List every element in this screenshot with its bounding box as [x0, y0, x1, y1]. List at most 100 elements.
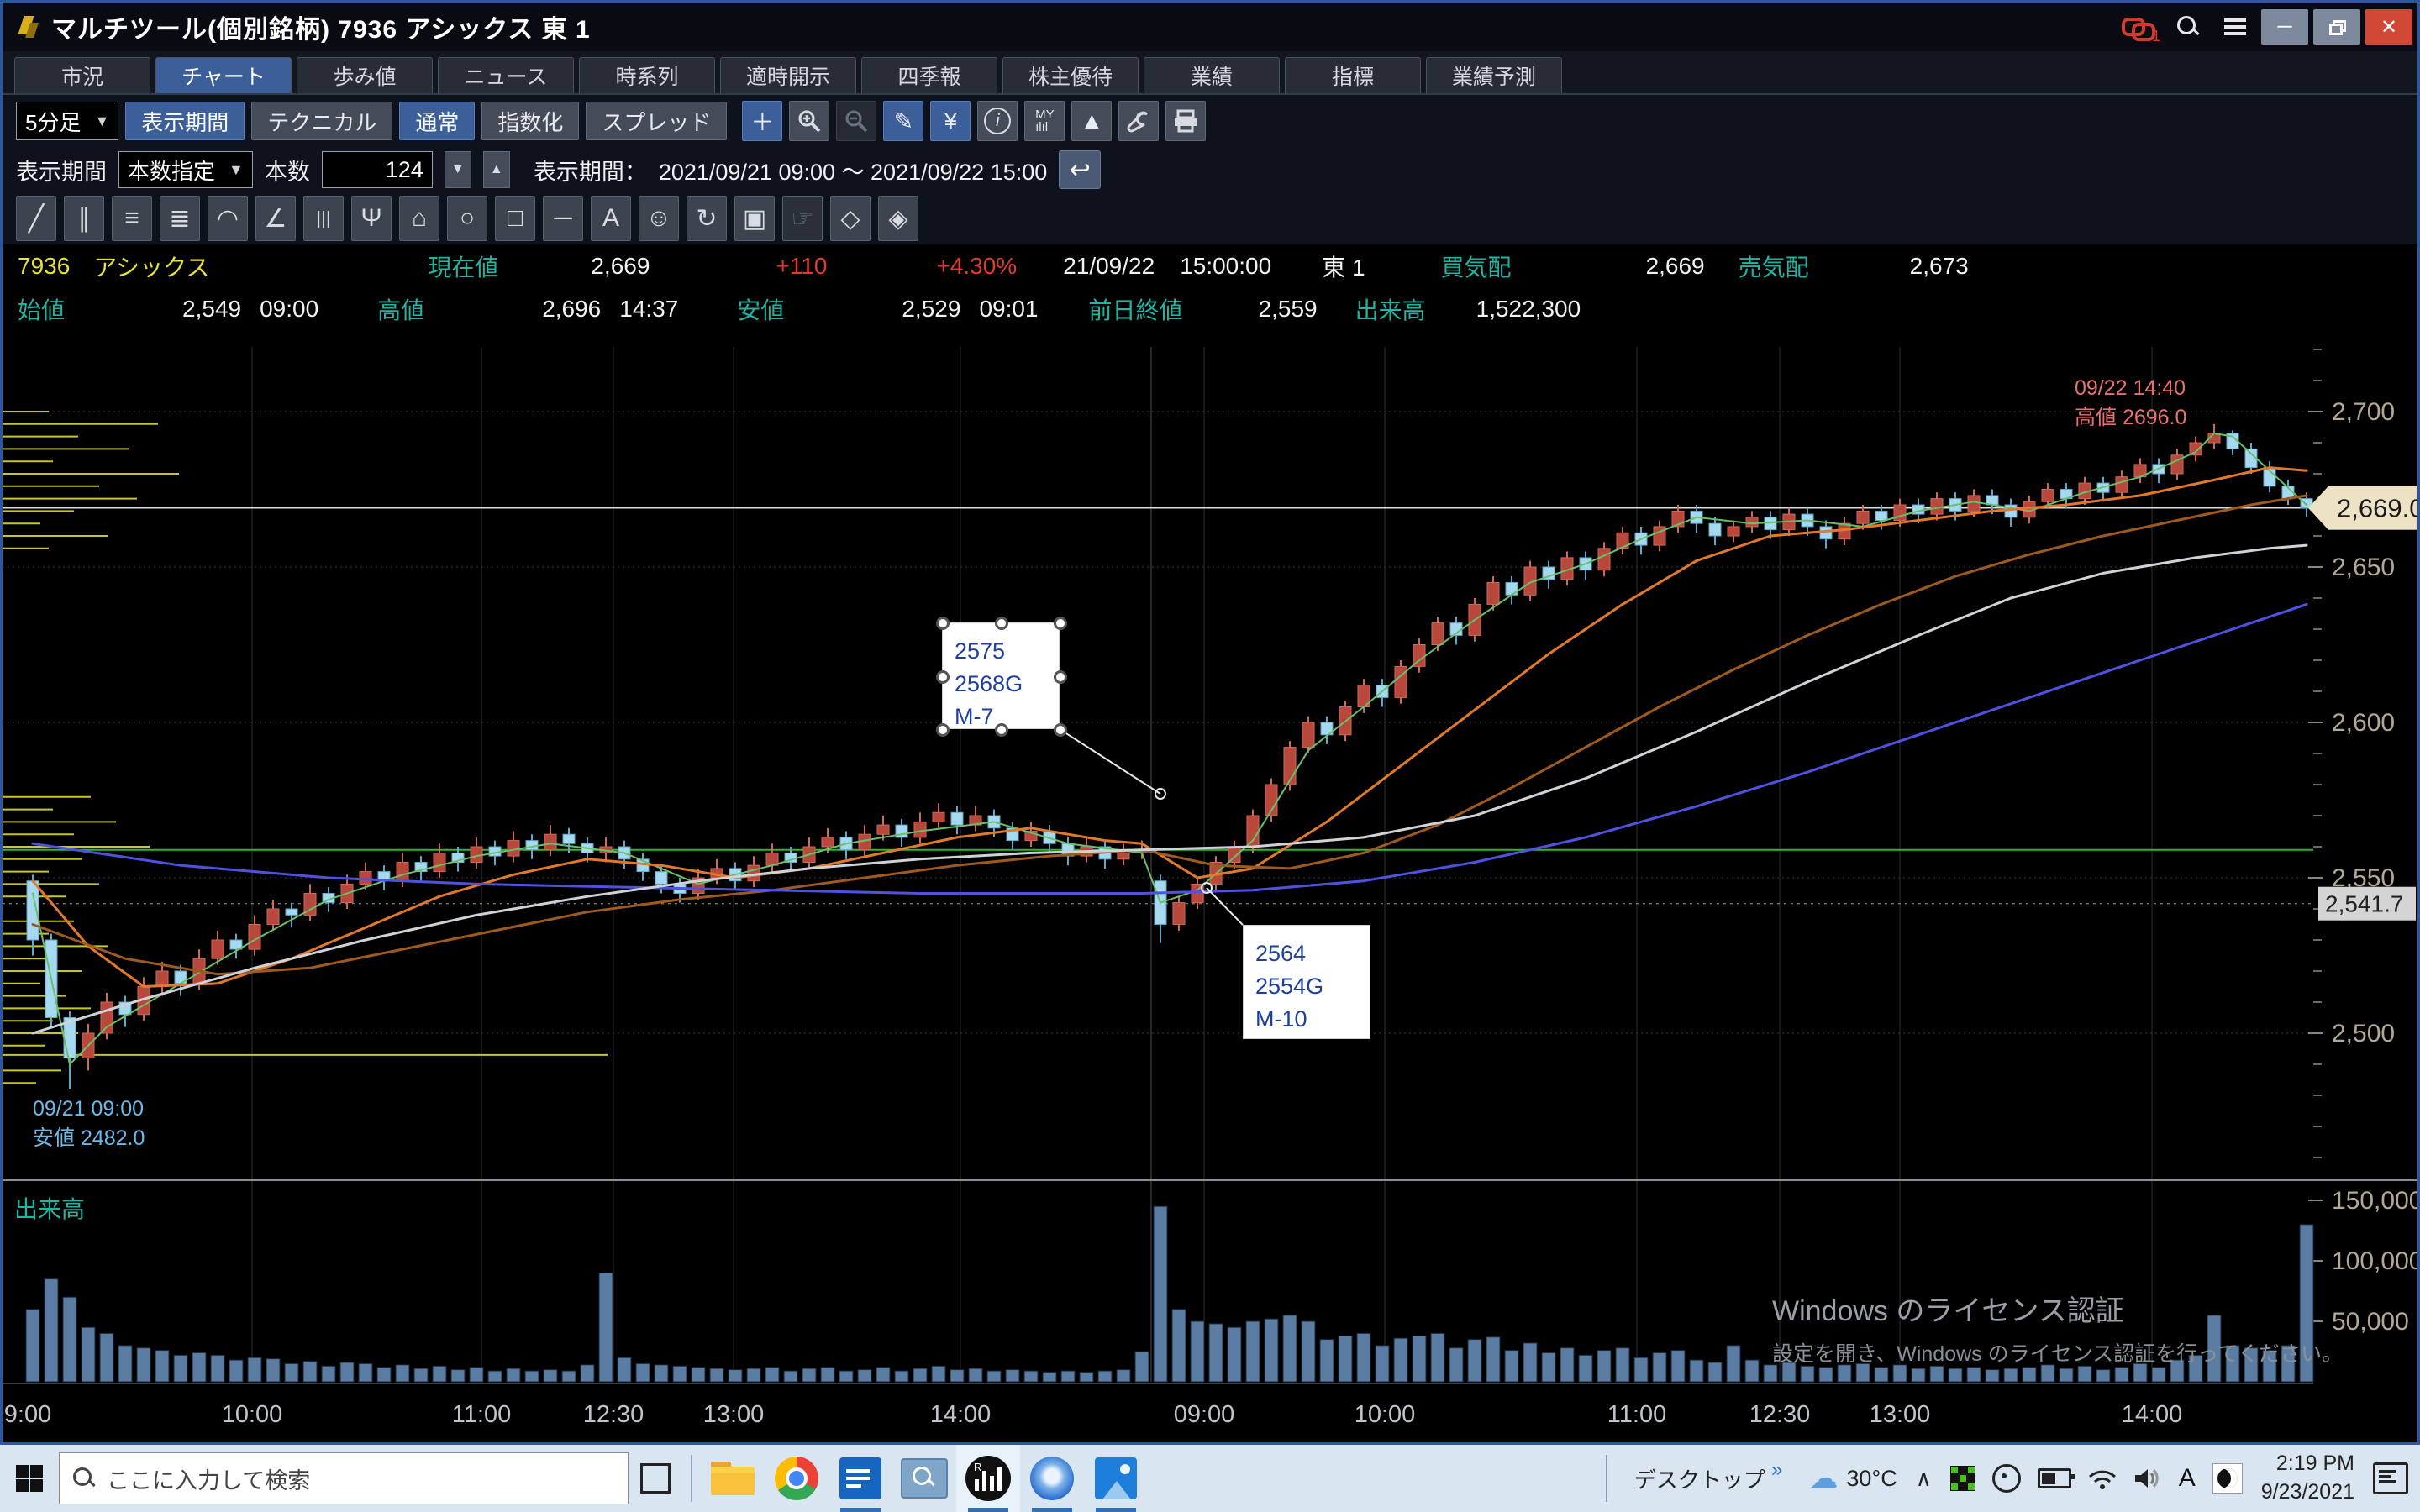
- taskbar-app-file-explorer[interactable]: [701, 1445, 765, 1512]
- close-button[interactable]: ✕: [2365, 9, 2412, 45]
- windows-logo-icon: [16, 1465, 43, 1492]
- selection-handle[interactable]: [995, 617, 1008, 630]
- vertical-lines-tool-icon[interactable]: |||: [303, 196, 344, 241]
- tray-icon-gpu[interactable]: [1950, 1466, 1975, 1491]
- trendline-tool-icon[interactable]: ╱: [16, 196, 56, 241]
- ask-label: 売気配: [1739, 249, 1809, 283]
- price-change: +110: [776, 253, 827, 280]
- hand-tool-icon[interactable]: ☞: [782, 196, 823, 241]
- tab-四季報[interactable]: 四季報: [861, 57, 997, 93]
- selection-handle[interactable]: [936, 723, 950, 737]
- start-button[interactable]: [0, 1445, 59, 1512]
- three-hlines-tool-icon[interactable]: ≡: [112, 196, 152, 241]
- hidden-icons-chevron[interactable]: ∧: [1916, 1466, 1932, 1492]
- selection-handle[interactable]: [995, 723, 1008, 737]
- svg-text:14:00: 14:00: [2122, 1401, 2183, 1428]
- taskbar-clock[interactable]: 2:19 PM 9/23/2021: [2261, 1450, 2354, 1507]
- normal-button[interactable]: 通常: [399, 102, 475, 140]
- current-label: 現在値: [428, 249, 498, 283]
- low-time: 09:01: [979, 296, 1038, 323]
- yen-icon[interactable]: ¥: [930, 101, 971, 141]
- action-center-icon[interactable]: [2373, 1462, 2408, 1494]
- tab-業績予測[interactable]: 業績予測: [1426, 57, 1562, 93]
- area-chart-icon[interactable]: ▲: [1071, 101, 1112, 141]
- link-windows-icon[interactable]: 1: [2118, 8, 2165, 45]
- bid-label: 買気配: [1441, 249, 1512, 283]
- fibonacci-arc-tool-icon[interactable]: ◠: [208, 196, 248, 241]
- selection-handle[interactable]: [1054, 617, 1067, 630]
- selection-handle[interactable]: [1054, 670, 1067, 684]
- wifi-icon[interactable]: [2088, 1467, 2117, 1490]
- annotation-tooltip-1[interactable]: 2575 2568G M-7: [942, 622, 1060, 729]
- weather-widget[interactable]: ☁30°C: [1809, 1462, 1897, 1495]
- four-hlines-tool-icon[interactable]: ≣: [160, 196, 200, 241]
- tab-適時開示[interactable]: 適時開示: [720, 57, 856, 93]
- taskbar-app-magnifier-app[interactable]: [892, 1445, 956, 1512]
- ime-indicator-icon[interactable]: [2212, 1463, 2243, 1494]
- taskbar-app-trading-app[interactable]: [956, 1445, 1020, 1512]
- info-icon[interactable]: i: [977, 101, 1018, 141]
- task-view-button[interactable]: [629, 1445, 682, 1512]
- time-shift-tool-icon[interactable]: ↻: [687, 196, 727, 241]
- minimize-button[interactable]: ─: [2261, 9, 2308, 45]
- printer-icon[interactable]: [1165, 101, 1206, 141]
- taskbar-app-mail[interactable]: [829, 1445, 892, 1512]
- spread-button[interactable]: スプレッド: [586, 102, 727, 140]
- price-chart[interactable]: 2,7002,6502,6002,5502,500150,000100,0005…: [3, 330, 2417, 1442]
- zoom-out-icon[interactable]: [836, 101, 876, 141]
- zoom-in-icon[interactable]: [789, 101, 829, 141]
- rectangle-tool-icon[interactable]: □: [495, 196, 535, 241]
- taskbar-app-settings-sync[interactable]: [1020, 1445, 1084, 1512]
- interval-select[interactable]: 5分足▼: [16, 102, 118, 140]
- selection-handle[interactable]: [1054, 723, 1067, 737]
- count-up-button[interactable]: ▲: [483, 151, 510, 188]
- tab-歩み値[interactable]: 歩み値: [297, 57, 433, 93]
- search-icon[interactable]: [2165, 8, 2212, 45]
- eraser-text-tool-icon[interactable]: ◈: [878, 196, 918, 241]
- annotation-tooltip-2[interactable]: 2564 2554G M-10: [1243, 925, 1370, 1039]
- ime-mode-icon[interactable]: A: [2179, 1464, 2196, 1493]
- taskbar-search-input[interactable]: ここに入力して検索: [59, 1452, 629, 1504]
- tab-時系列[interactable]: 時系列: [579, 57, 715, 93]
- ma-long-white: [33, 545, 2307, 1033]
- display-period-button[interactable]: 表示期間: [125, 102, 245, 140]
- reload-range-button[interactable]: ↩: [1059, 150, 1101, 189]
- taskbar-app-photos[interactable]: [1084, 1445, 1148, 1512]
- my-chart-icon[interactable]: MYılıl: [1024, 101, 1065, 141]
- restore-button[interactable]: [2313, 9, 2360, 45]
- tab-市況[interactable]: 市況: [14, 57, 150, 93]
- pentagon-tool-icon[interactable]: ⌂: [399, 196, 439, 241]
- tab-株主優待[interactable]: 株主優待: [1002, 57, 1139, 93]
- pencil-icon[interactable]: ✎: [883, 101, 923, 141]
- selection-handle[interactable]: [936, 617, 950, 630]
- period-mode-select[interactable]: 本数指定▼: [118, 151, 253, 188]
- speaker-icon[interactable]: [2133, 1466, 2162, 1491]
- count-down-button[interactable]: ▼: [445, 151, 471, 188]
- parallel-lines-tool-icon[interactable]: ∥: [64, 196, 104, 241]
- chevrons-icon[interactable]: »: [1771, 1458, 1782, 1481]
- battery-icon[interactable]: [2038, 1468, 2071, 1488]
- text-tool-icon[interactable]: A: [591, 196, 631, 241]
- tab-業績[interactable]: 業績: [1144, 57, 1280, 93]
- ellipse-tool-icon[interactable]: ○: [447, 196, 487, 241]
- crosshair-icon[interactable]: ＋: [742, 101, 782, 141]
- icon-stamp-tool-icon[interactable]: ☺: [639, 196, 679, 241]
- bar-count-input[interactable]: 124: [322, 151, 433, 188]
- svg-text:11:00: 11:00: [452, 1401, 511, 1428]
- indexed-button[interactable]: 指数化: [481, 102, 579, 140]
- tray-icon-camera[interactable]: [1992, 1464, 2021, 1493]
- fan-lines-tool-icon[interactable]: ∠: [255, 196, 296, 241]
- menu-icon[interactable]: [2212, 8, 2259, 45]
- technical-button[interactable]: テクニカル: [251, 102, 392, 140]
- taskbar-app-chrome[interactable]: [765, 1445, 829, 1512]
- tab-チャート[interactable]: チャート: [155, 57, 292, 93]
- wrench-icon[interactable]: [1118, 101, 1159, 141]
- selection-handle[interactable]: [936, 670, 950, 684]
- tab-指標[interactable]: 指標: [1285, 57, 1421, 93]
- desktop-toolbar[interactable]: デスクトップ »: [1634, 1463, 1791, 1494]
- segment-tool-icon[interactable]: ─: [543, 196, 583, 241]
- tab-ニュース[interactable]: ニュース: [438, 57, 574, 93]
- pitchfork-tool-icon[interactable]: Ψ: [351, 196, 392, 241]
- eraser-tool-icon[interactable]: ◇: [830, 196, 871, 241]
- copy-tool-icon[interactable]: ▣: [734, 196, 775, 241]
